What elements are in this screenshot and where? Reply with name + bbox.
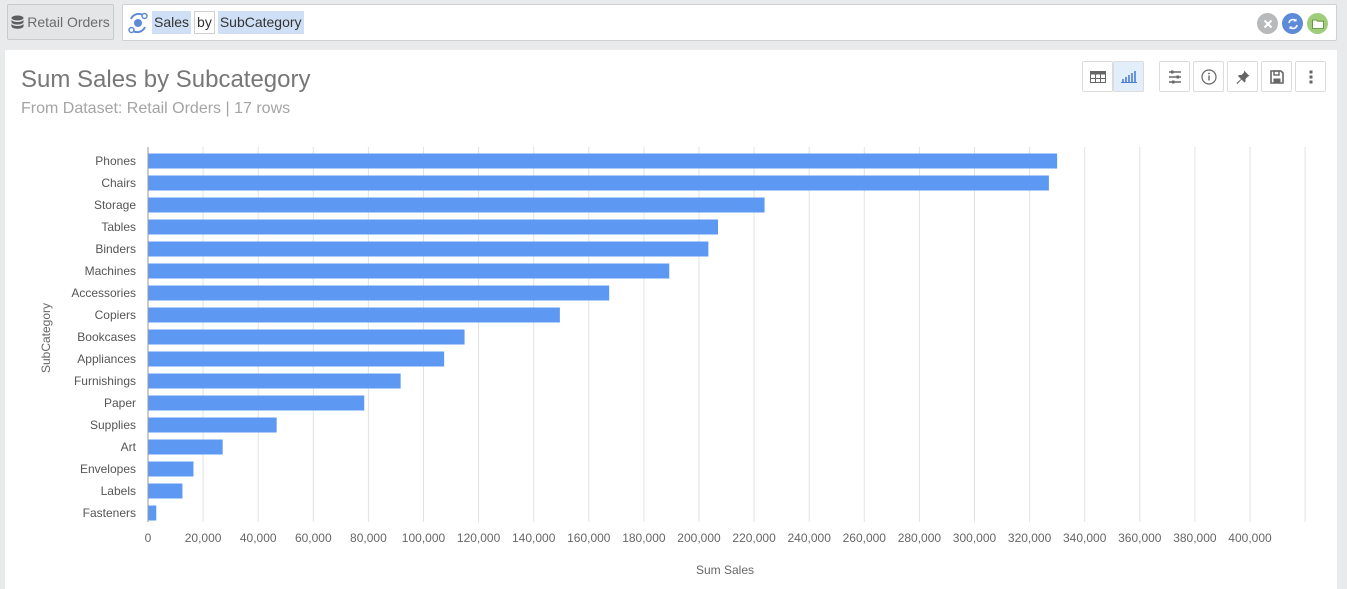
x-tick-label: 80,000 <box>350 531 387 545</box>
refresh-button[interactable] <box>1282 13 1303 34</box>
open-button[interactable] <box>1307 13 1328 34</box>
x-tick-label: 260,000 <box>843 531 887 545</box>
x-tick-labels: 0 20,000 40,000 60,000 80,000 100,000 120,000 1… <box>145 531 1272 545</box>
bar[interactable] <box>148 153 1058 169</box>
bar[interactable] <box>148 373 401 389</box>
bar[interactable] <box>148 241 709 257</box>
category-label: Copiers <box>95 308 136 322</box>
top-bar: Retail Orders Sales by SubCategory <box>0 0 1347 46</box>
bar[interactable] <box>148 285 610 301</box>
category-label: Fasteners <box>83 506 136 520</box>
bar[interactable] <box>148 263 670 279</box>
x-tick-label: 280,000 <box>898 531 942 545</box>
x-tick-label: 120,000 <box>457 531 501 545</box>
bar[interactable] <box>148 197 765 213</box>
bar[interactable] <box>148 219 719 235</box>
refresh-icon <box>1287 18 1298 29</box>
database-icon <box>11 15 24 29</box>
x-tick-label: 340,000 <box>1063 531 1107 545</box>
category-label: Storage <box>94 198 136 212</box>
y-axis-title: SubCategory <box>39 303 53 373</box>
x-tick-label: 100,000 <box>402 531 446 545</box>
bar[interactable] <box>148 461 194 477</box>
x-tick-label: 400,000 <box>1228 531 1272 545</box>
bar[interactable] <box>148 505 157 521</box>
category-labels: Phones Chairs Storage Tables Binders Machines… <box>71 154 136 520</box>
category-label: Appliances <box>77 352 136 366</box>
category-label: Tables <box>101 220 136 234</box>
x-tick-label: 20,000 <box>185 531 222 545</box>
category-label: Chairs <box>101 176 136 190</box>
x-tick-label: 360,000 <box>1118 531 1162 545</box>
clear-query-button[interactable] <box>1257 13 1278 34</box>
x-tick-label: 40,000 <box>240 531 277 545</box>
x-tick-label: 60,000 <box>295 531 332 545</box>
x-tick-label: 320,000 <box>1008 531 1052 545</box>
category-label: Phones <box>95 154 136 168</box>
bar[interactable] <box>148 329 465 345</box>
x-tick-label: 240,000 <box>788 531 832 545</box>
dataset-button[interactable]: Retail Orders <box>7 4 114 40</box>
category-label: Envelopes <box>80 462 136 476</box>
category-label: Labels <box>101 484 136 498</box>
dataset-button-label: Retail Orders <box>27 14 110 30</box>
category-label: Binders <box>95 242 136 256</box>
result-panel: Sum Sales by Subcategory From Dataset: R… <box>5 50 1337 589</box>
bar[interactable] <box>148 439 223 455</box>
x-tick-label: 220,000 <box>732 531 776 545</box>
close-icon <box>1263 19 1272 28</box>
query-token-field[interactable]: SubCategory <box>217 11 304 34</box>
bar[interactable] <box>148 483 183 499</box>
query-input[interactable]: Sales by SubCategory <box>122 4 1337 41</box>
bar[interactable] <box>148 351 445 367</box>
x-tick-label: 380,000 <box>1173 531 1217 545</box>
query-token-field[interactable]: Sales <box>152 11 192 34</box>
bar-chart: Phones Chairs Storage Tables Binders Machines… <box>39 147 1306 577</box>
x-tick-label: 160,000 <box>567 531 611 545</box>
category-label: Art <box>121 440 137 454</box>
bar[interactable] <box>148 395 365 411</box>
x-tick-label: 0 <box>145 531 152 545</box>
category-label: Accessories <box>71 286 136 300</box>
category-label: Paper <box>104 396 136 410</box>
x-tick-label: 140,000 <box>512 531 556 545</box>
category-label: Machines <box>85 264 136 278</box>
x-tick-label: 300,000 <box>953 531 997 545</box>
x-tick-label: 200,000 <box>677 531 721 545</box>
x-axis-title: Sum Sales <box>696 563 754 577</box>
query-token-keyword[interactable]: by <box>194 11 215 34</box>
category-label: Bookcases <box>77 330 136 344</box>
folder-icon <box>1311 19 1324 29</box>
category-label: Furnishings <box>74 374 136 388</box>
query-engine-icon <box>128 12 148 34</box>
bar[interactable] <box>148 175 1049 191</box>
bars <box>148 153 1058 521</box>
query-actions <box>1257 13 1328 34</box>
x-tick-label: 180,000 <box>622 531 666 545</box>
bar[interactable] <box>148 417 277 433</box>
category-label: Supplies <box>90 418 136 432</box>
query-tokens: Sales by SubCategory <box>152 11 304 34</box>
bar[interactable] <box>148 307 560 323</box>
